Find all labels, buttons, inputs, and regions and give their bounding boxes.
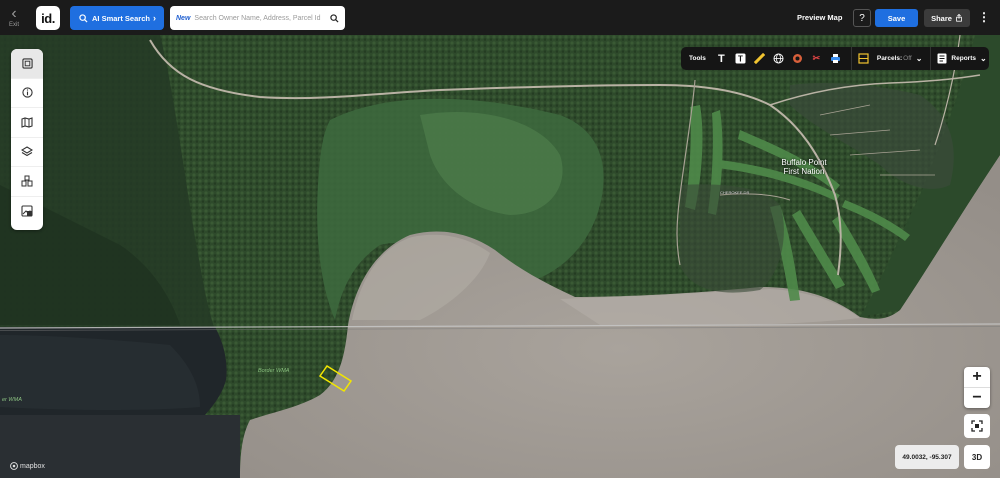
parcels-state: Off <box>903 55 912 62</box>
reports-dropdown[interactable]: Reports ⌄ <box>937 53 987 64</box>
chevron-down-icon: ⌄ <box>979 54 987 63</box>
parcels-label: Parcels: <box>876 55 903 62</box>
place-label: Buffalo Point First Nation <box>768 158 840 176</box>
mapbox-logo-icon <box>10 462 18 470</box>
search-icon <box>79 13 88 23</box>
preview-map-button[interactable]: Preview Map <box>797 13 842 22</box>
panel-toggle-button[interactable] <box>11 49 43 79</box>
circle-icon[interactable] <box>792 53 803 64</box>
chevron-right-icon: › <box>153 13 156 23</box>
share-label: Share <box>931 13 952 23</box>
exit-label: Exit <box>8 22 19 28</box>
ai-smart-search-button[interactable]: AI Smart Search › <box>70 6 164 30</box>
buildings-icon <box>21 175 33 187</box>
search-input[interactable]: New Search Owner Name, Address, Parcel I… <box>170 6 345 30</box>
parcels-toggle[interactable]: Parcels: Off ⌄ <box>877 54 923 63</box>
share-button[interactable]: Share <box>924 9 970 27</box>
ai-smart-search-label: AI Smart Search <box>92 13 150 23</box>
zoom-control: + − <box>964 367 990 408</box>
layers-button[interactable] <box>11 138 43 167</box>
map-book-icon <box>21 116 33 128</box>
zoom-out-button[interactable]: − <box>964 387 990 407</box>
more-options-icon[interactable]: ⋮ <box>978 10 990 24</box>
image-export-icon <box>21 205 33 217</box>
text-box-icon[interactable]: T <box>735 53 746 64</box>
place-label-line1: Buffalo Point <box>781 158 827 167</box>
exit-button[interactable]: ‹ Exit <box>0 0 28 35</box>
left-toolbar <box>11 49 43 230</box>
road-label: CHEROKEE DR <box>720 190 750 195</box>
zoom-in-button[interactable]: + <box>964 367 990 387</box>
place-label-line2: First Nation <box>783 167 825 176</box>
back-chevron-icon: ‹ <box>11 5 17 22</box>
fit-view-icon <box>971 420 983 432</box>
search-placeholder: Search Owner Name, Address, Parcel Id <box>194 14 321 22</box>
print-icon[interactable] <box>830 53 841 64</box>
buildings-button[interactable] <box>11 167 43 197</box>
map-tools-bar: Tools T T ✂ Parcels: Off ⌄ Reports ⌄ <box>681 47 989 70</box>
tools-label: Tools <box>689 55 706 62</box>
toolbar-divider <box>850 47 852 70</box>
fit-view-button[interactable] <box>964 414 990 438</box>
layers-icon <box>21 146 33 157</box>
scissors-icon[interactable]: ✂ <box>811 53 822 64</box>
chevron-down-icon: ⌄ <box>915 54 923 63</box>
parcels-icon <box>858 53 869 64</box>
wma-label-1: Border WMA <box>258 368 290 374</box>
info-button[interactable] <box>11 79 43 108</box>
save-button[interactable]: Save <box>875 9 918 27</box>
satellite-imagery <box>0 35 1000 478</box>
help-button[interactable]: ? <box>853 9 871 27</box>
map-canvas[interactable]: Buffalo Point First Nation CHEROKEE DR B… <box>0 35 1000 478</box>
mapbox-label: mapbox <box>20 462 45 470</box>
app-logo[interactable]: id. <box>36 6 60 30</box>
reports-icon <box>937 53 947 64</box>
map-book-button[interactable] <box>11 108 43 138</box>
search-icon[interactable] <box>330 13 339 23</box>
top-bar: ‹ Exit id. AI Smart Search › New Search … <box>0 0 1000 35</box>
panel-icon <box>21 58 33 69</box>
mapbox-attribution[interactable]: mapbox <box>10 462 45 470</box>
svg-text:T: T <box>738 55 743 64</box>
new-tag: New <box>176 14 191 22</box>
text-icon[interactable]: T <box>716 53 727 65</box>
wma-label-2: er WMA <box>2 397 22 403</box>
reports-label: Reports <box>951 55 976 62</box>
image-export-button[interactable] <box>11 197 43 227</box>
3d-toggle-button[interactable]: 3D <box>964 445 990 469</box>
share-icon <box>956 14 962 22</box>
globe-icon[interactable] <box>773 53 784 64</box>
coordinates-readout: 49.0032, -95.307 <box>895 445 959 469</box>
ruler-icon[interactable] <box>753 53 765 64</box>
info-icon <box>21 87 33 98</box>
toolbar-divider <box>930 47 932 70</box>
